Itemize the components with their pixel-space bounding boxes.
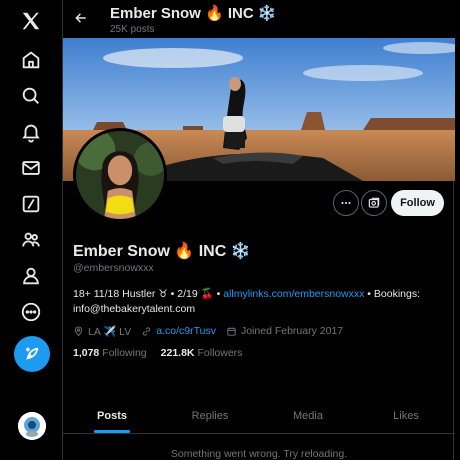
location-text: LA ✈️ LV [88,325,132,338]
header-post-count: 25K posts [110,24,155,35]
header-display-name: Ember Snow 🔥 INC ❄️ [110,5,277,22]
tab-label: Replies [191,409,229,422]
tab-label: Media [293,409,323,422]
avatar-image [18,412,46,440]
nav-rail [0,0,62,460]
website: a.co/c9rTusv [141,325,216,337]
more-dots-icon [341,201,351,205]
bell-plus-icon [368,197,380,208]
back-button[interactable] [71,8,91,28]
followers-count[interactable]: 221.8K [161,347,195,359]
search-icon[interactable] [16,81,46,111]
profile-meta: LA ✈️ LV a.co/c9rTusv Joined February 20… [73,323,353,339]
subscribe-notifications-button[interactable] [361,190,387,216]
tab-likes[interactable]: Likes [357,398,455,433]
location: LA ✈️ LV [73,325,131,338]
joined-text: Joined February 2017 [240,325,344,337]
following-label[interactable]: Following [102,347,146,359]
messages-envelope-icon[interactable] [16,153,46,183]
profile-handle: @embersnowxxx [73,262,154,274]
compose-post-button[interactable] [14,336,50,372]
tab-media[interactable]: Media [259,398,357,433]
tab-replies[interactable]: Replies [161,398,259,433]
profile-display-name: Ember Snow 🔥 INC ❄️ [73,243,251,260]
active-tab-indicator [94,430,130,433]
location-pin-icon [74,326,83,336]
website-link[interactable]: a.co/c9rTusv [156,325,216,337]
notifications-bell-icon[interactable] [16,117,46,147]
profile-header-bar: Ember Snow 🔥 INC ❄️ 25K posts [63,0,455,38]
x-logo-icon[interactable] [16,6,46,36]
feed-error-message: Something went wrong. Try reloading. [170,448,348,460]
more-icon[interactable] [16,297,46,327]
calendar-icon [227,326,236,336]
profile-avatar-image [76,131,164,219]
follow-button[interactable]: Follow [391,190,444,216]
tab-label: Posts [97,409,127,422]
link-icon [143,326,151,336]
grok-icon[interactable] [16,189,46,219]
follow-stats: 1,078 Following 221.8K Followers [73,347,256,359]
tab-label: Likes [393,409,419,422]
joined-date: Joined February 2017 [226,325,343,337]
bio-text: 18+ 11/18 Hustler ♉ • 2/19 🍒 • [73,288,224,300]
home-icon[interactable] [16,45,46,75]
back-arrow-icon [75,13,86,23]
tab-posts[interactable]: Posts [63,398,161,433]
followers-label[interactable]: Followers [198,347,243,359]
profile-icon[interactable] [16,261,46,291]
account-avatar[interactable] [18,412,46,440]
feather-plus-icon [26,347,39,360]
bio-link[interactable]: allmylinks.com/embersnowxxx [223,288,364,300]
communities-icon[interactable] [16,225,46,255]
more-options-button[interactable] [333,190,359,216]
profile-column: Ember Snow 🔥 INC ❄️ 25K posts Follow Emb… [62,0,455,460]
profile-avatar[interactable] [73,128,167,222]
following-count[interactable]: 1,078 [73,347,99,359]
profile-bio: 18+ 11/18 Hustler ♉ • 2/19 🍒 • allmylink… [73,287,445,317]
profile-tabs: Posts Replies Media Likes [63,398,455,434]
